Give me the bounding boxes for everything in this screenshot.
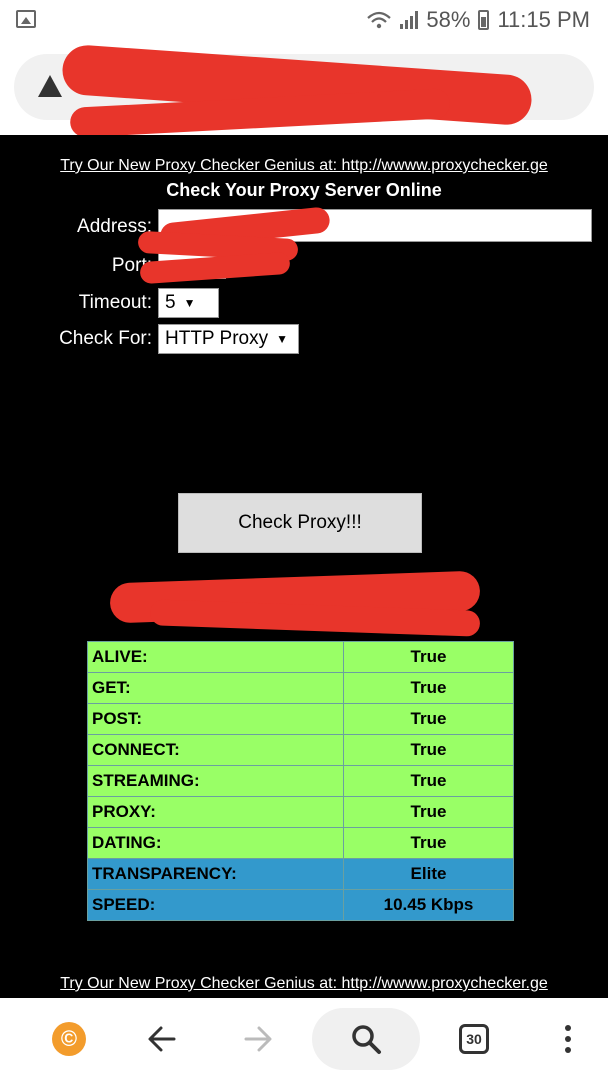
- result-label: ALIVE:: [87, 641, 344, 673]
- address-label: Address:: [77, 216, 152, 237]
- port-label: Port:: [111, 255, 152, 276]
- browser-toolbar: [0, 40, 608, 138]
- more-options-icon: [565, 1025, 571, 1053]
- warning-icon[interactable]: [38, 75, 62, 97]
- forward-arrow-icon: [244, 1026, 272, 1052]
- search-icon: [352, 1025, 381, 1054]
- result-label: GET:: [87, 672, 344, 704]
- battery-percent: 58%: [426, 7, 471, 32]
- result-label: CONNECT:: [87, 734, 344, 766]
- check-proxy-button[interactable]: Check Proxy!!!: [178, 493, 422, 553]
- image-icon: [16, 10, 36, 28]
- web-page: Try Our New Proxy Checker Genius at: htt…: [0, 135, 608, 998]
- search-button[interactable]: [312, 998, 420, 1080]
- browser-nav-bar: © 30: [0, 998, 608, 1080]
- result-row: SPEED: 10.45 Kbps: [87, 889, 514, 921]
- result-value: True: [343, 672, 514, 704]
- wifi-icon: [367, 11, 392, 29]
- results-table: ALIVE: True GET: True POST: True CONNECT: True S…: [87, 641, 514, 921]
- result-value: True: [343, 734, 514, 766]
- more-options-button[interactable]: [548, 998, 588, 1080]
- back-arrow-icon: [148, 1026, 176, 1052]
- timeout-select[interactable]: 5 ▼: [158, 288, 219, 318]
- result-label: PROXY:: [87, 796, 344, 828]
- result-value: True: [343, 641, 514, 673]
- result-label: DATING:: [87, 827, 344, 859]
- result-value: 10.45 Kbps: [343, 889, 514, 921]
- timeout-label: Timeout:: [78, 292, 152, 313]
- page-title: Check Your Proxy Server Online: [166, 180, 442, 200]
- status-bar: 58% 11:15 PM: [0, 0, 608, 40]
- result-value: True: [343, 827, 514, 859]
- result-label: TRANSPARENCY:: [87, 858, 344, 890]
- result-value: True: [343, 765, 514, 797]
- result-value: True: [343, 703, 514, 735]
- result-row: STREAMING: True: [87, 765, 514, 797]
- check-for-label: Check For:: [59, 328, 152, 349]
- battery-icon: [478, 10, 490, 30]
- forward-button[interactable]: [236, 998, 280, 1080]
- brave-coin-icon: ©: [52, 1022, 86, 1056]
- search-pill: [312, 1008, 420, 1070]
- tabs-button[interactable]: 30: [452, 998, 496, 1080]
- status-indicators: 58% 11:15 PM: [366, 6, 590, 34]
- result-value: True: [343, 796, 514, 828]
- promo-link-bottom[interactable]: Try Our New Proxy Checker Genius at: htt…: [0, 975, 608, 993]
- back-button[interactable]: [140, 998, 184, 1080]
- result-label: SPEED:: [87, 889, 344, 921]
- brave-rewards-button[interactable]: ©: [44, 998, 94, 1080]
- result-row: POST: True: [87, 703, 514, 735]
- result-row: GET: True: [87, 672, 514, 704]
- result-label: POST:: [87, 703, 344, 735]
- clock: 11:15 PM: [497, 7, 590, 32]
- check-for-value: HTTP Proxy: [165, 328, 269, 349]
- timeout-value: 5: [165, 292, 176, 313]
- dropdown-arrow-icon: ▼: [183, 296, 196, 310]
- result-row: ALIVE: True: [87, 641, 514, 673]
- result-row: DATING: True: [87, 827, 514, 859]
- check-for-select[interactable]: HTTP Proxy ▼: [158, 324, 299, 354]
- result-row: TRANSPARENCY: Elite: [87, 858, 514, 890]
- tabs-icon: 30: [459, 1024, 489, 1054]
- result-value: Elite: [343, 858, 514, 890]
- result-row: PROXY: True: [87, 796, 514, 828]
- result-row: CONNECT: True: [87, 734, 514, 766]
- signal-icon: [400, 11, 419, 29]
- result-label: STREAMING:: [87, 765, 344, 797]
- promo-link[interactable]: Try Our New Proxy Checker Genius at: htt…: [0, 157, 608, 175]
- dropdown-arrow-icon: ▼: [276, 332, 288, 346]
